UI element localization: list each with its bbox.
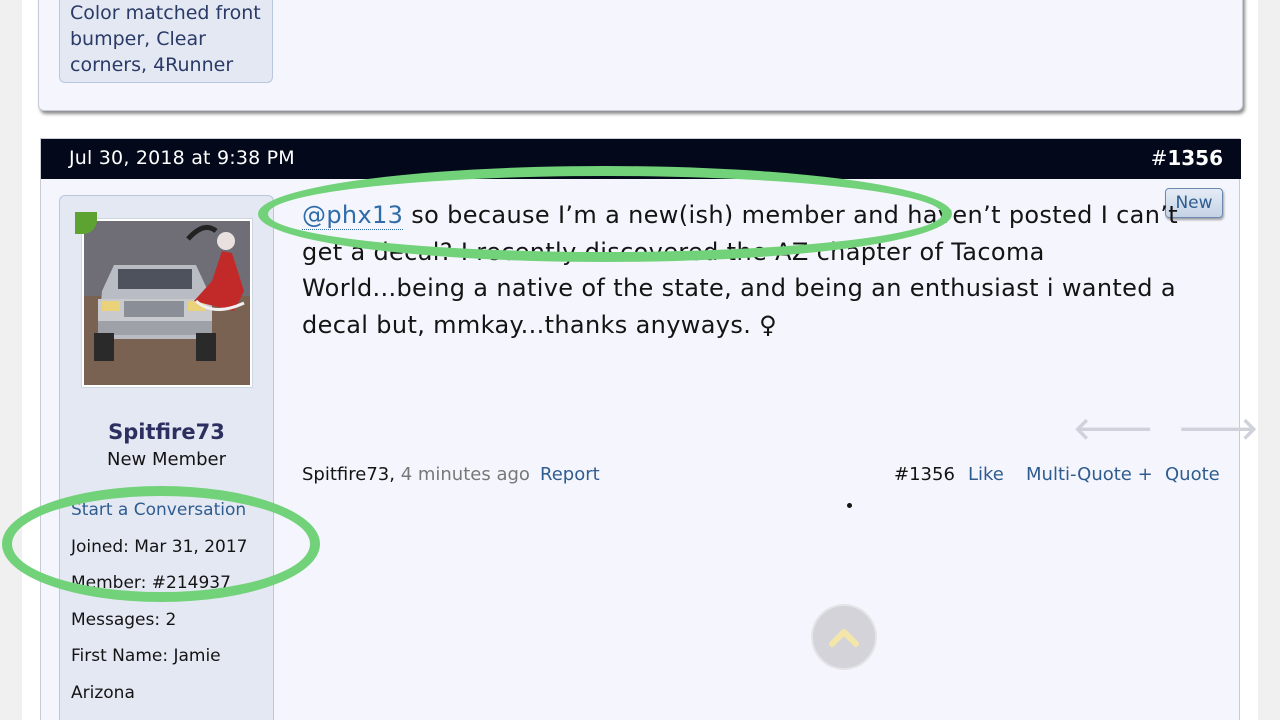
user-sidebar: Spitfire73 New Member Start a Conversati… bbox=[59, 195, 274, 720]
arrow-left-icon[interactable]: 🡐 bbox=[1073, 415, 1153, 445]
start-conversation-link[interactable]: Start a Conversation bbox=[71, 497, 271, 534]
post-header: Jul 30, 2018 at 9:38 PM #1356 bbox=[41, 139, 1241, 179]
chevron-up-icon bbox=[829, 629, 859, 647]
page-edge bbox=[1258, 0, 1280, 720]
user-mention-link[interactable]: @phx13 bbox=[302, 201, 404, 230]
report-link[interactable]: Report bbox=[540, 462, 600, 488]
post-message: @phx13 so because I’m a new(ish) member … bbox=[302, 197, 1182, 344]
scroll-to-top-button[interactable] bbox=[811, 604, 877, 670]
previous-post-user-signature: Color matched front bumper, Clear corner… bbox=[70, 0, 270, 78]
username-link[interactable]: Spitfire73 bbox=[60, 420, 273, 444]
post-timestamp[interactable]: 4 minutes ago bbox=[401, 464, 530, 485]
avatar[interactable] bbox=[81, 218, 253, 388]
footer-author-link[interactable]: Spitfire73 bbox=[302, 464, 389, 485]
post-message-text: so because I’m a new(ish) member and hav… bbox=[302, 201, 1179, 340]
footer-separator: , bbox=[389, 464, 401, 485]
post-number-link[interactable]: #1356 bbox=[1151, 146, 1223, 170]
signature-line: Color matched front bbox=[70, 2, 261, 24]
user-info: Start a Conversation Joined: Mar 31, 201… bbox=[71, 497, 271, 716]
previous-post-user-sidebar: Color matched front bumper, Clear corner… bbox=[59, 0, 273, 83]
signature-line: corners, 4Runner bbox=[70, 54, 234, 76]
post-permalink[interactable]: #1356 bbox=[894, 462, 955, 488]
multi-quote-link[interactable]: Multi-Quote + bbox=[1026, 462, 1153, 488]
post-date: Jul 30, 2018 at 9:38 PM bbox=[69, 147, 295, 169]
previous-post: Color matched front bumper, Clear corner… bbox=[38, 0, 1243, 111]
dot-marker bbox=[847, 503, 852, 508]
like-link[interactable]: Like bbox=[968, 462, 1004, 488]
member-number: Member: #214937 bbox=[71, 573, 231, 593]
truck-avatar-image bbox=[84, 221, 250, 385]
user-title: New Member bbox=[106, 449, 227, 470]
signature-line: bumper, Clear bbox=[70, 28, 206, 50]
forum-post: Jul 30, 2018 at 9:38 PM #1356 Spitfire73… bbox=[40, 138, 1258, 720]
location: Arizona bbox=[71, 682, 135, 703]
first-name: First Name: Jamie bbox=[71, 646, 221, 666]
message-count: Messages: 2 bbox=[71, 609, 177, 630]
post-footer: Spitfire73, 4 minutes ago Report #1356 L… bbox=[302, 462, 1222, 492]
arrow-right-icon[interactable]: 🡒 bbox=[1178, 415, 1258, 445]
quote-link[interactable]: Quote bbox=[1165, 462, 1220, 488]
joined-date: Joined: Mar 31, 2017 bbox=[71, 536, 248, 557]
